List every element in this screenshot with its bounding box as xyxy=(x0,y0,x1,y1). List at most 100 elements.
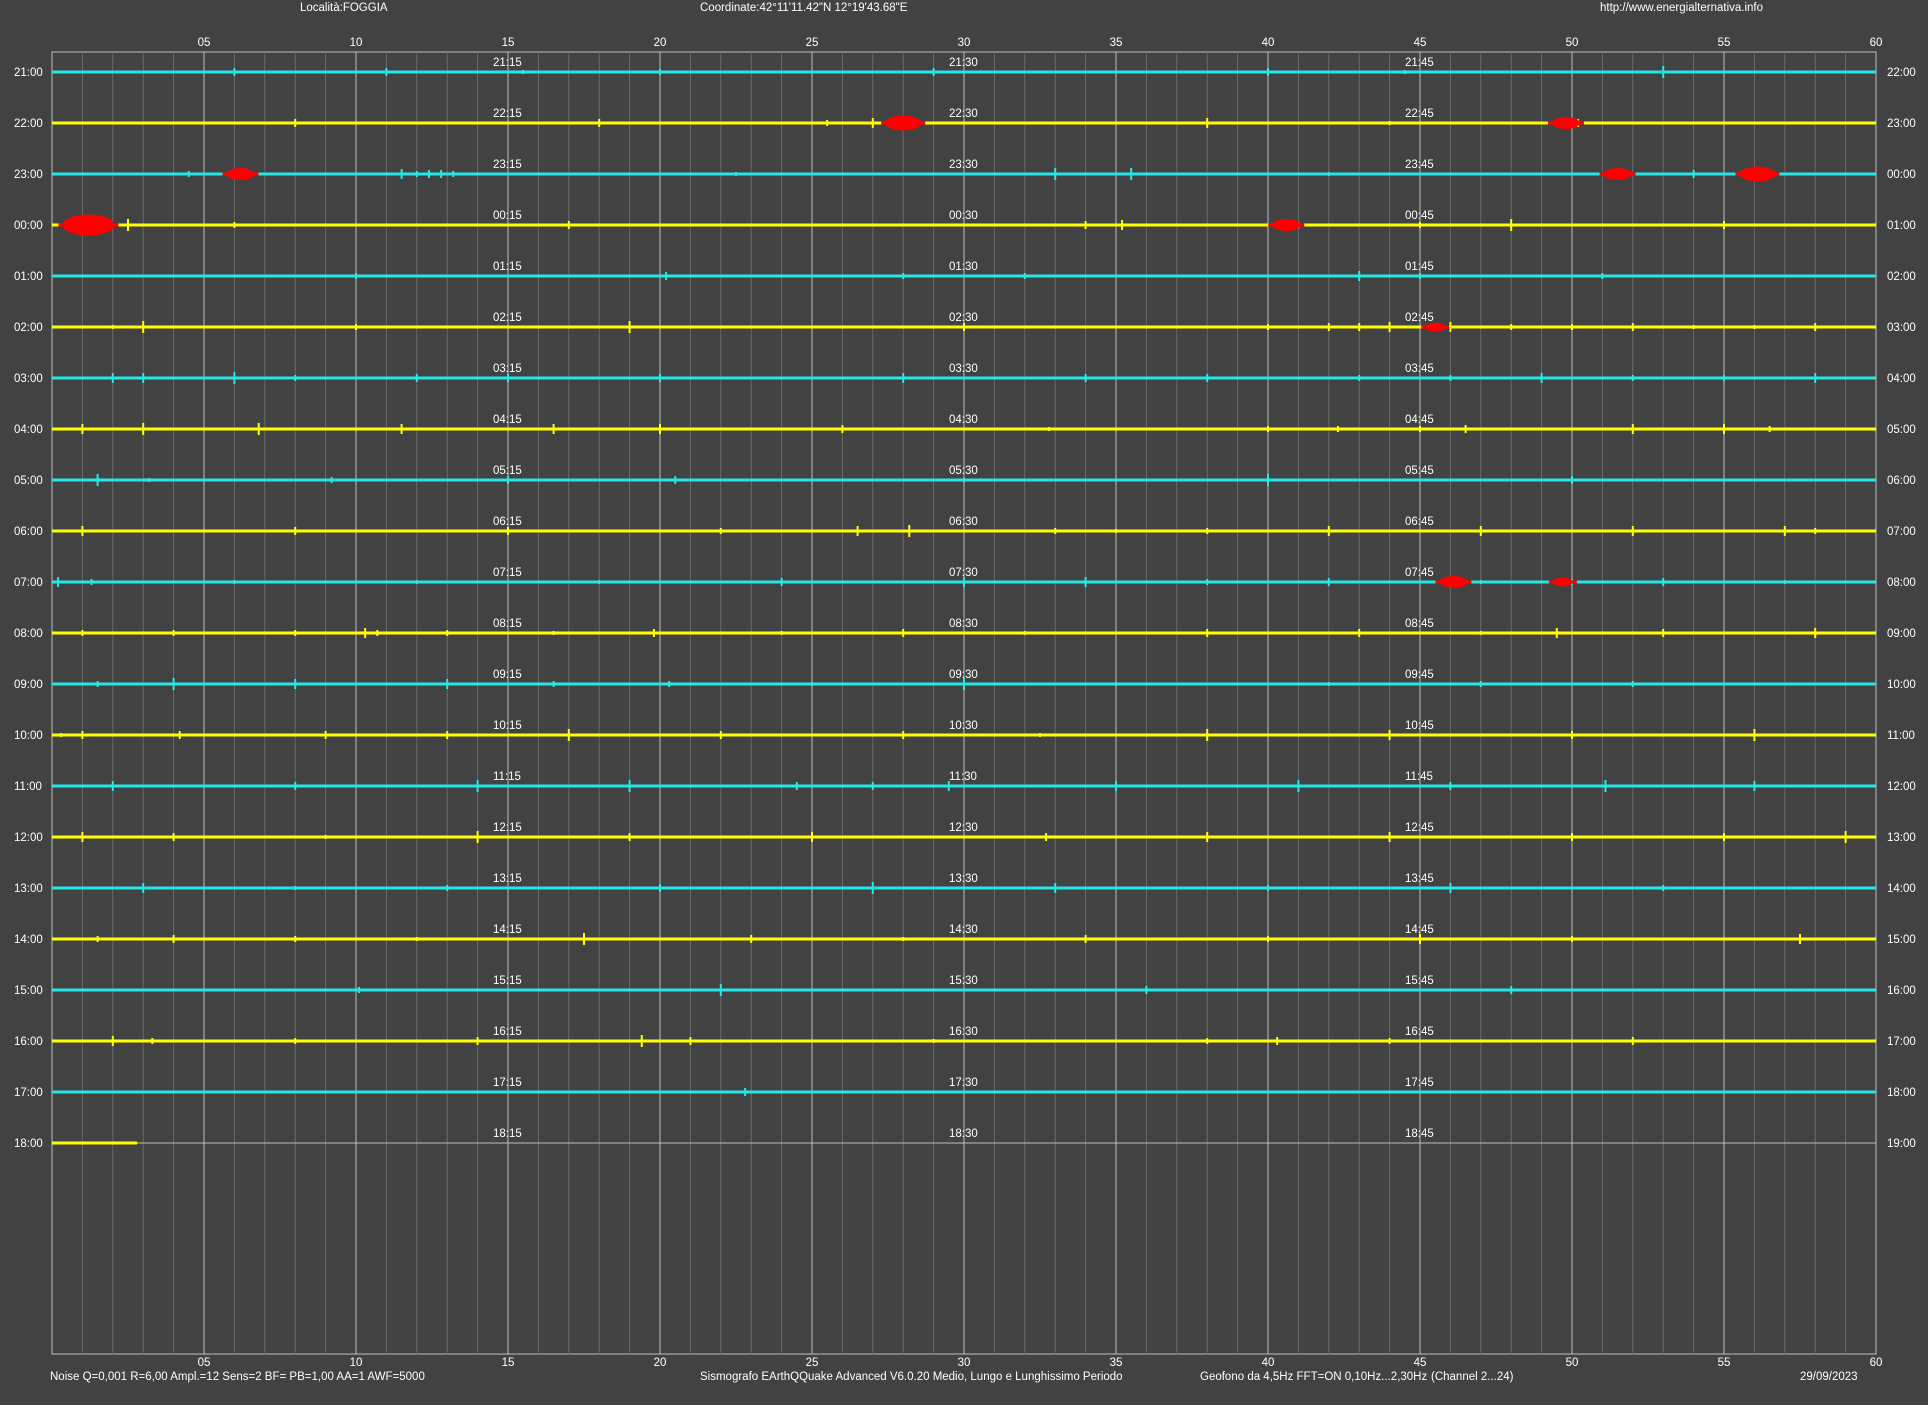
quarter-mark-label: 21:30 xyxy=(949,57,978,69)
quarter-mark-label: 15:45 xyxy=(1405,975,1434,987)
row-left-label: 17:00 xyxy=(14,1087,43,1099)
quarter-mark-label: 21:45 xyxy=(1405,57,1434,69)
quarter-mark-label: 02:15 xyxy=(493,312,522,324)
quarter-mark-label: 13:15 xyxy=(493,873,522,885)
row-right-label: 11:00 xyxy=(1887,730,1915,742)
row-right-label: 04:00 xyxy=(1887,373,1916,385)
seismogram-chart: 05 05 10 10 15 15 20 20 25 25 30 30 35 35 40 40 45 45 50 50… xyxy=(0,0,1928,1400)
quarter-mark-label: 14:30 xyxy=(949,924,978,936)
footer-channel: (Channel 2...24) xyxy=(1431,1371,1514,1383)
x-tick-label-bottom: 55 xyxy=(1718,1357,1731,1369)
quarter-mark-label: 22:15 xyxy=(493,108,522,120)
row-left-label: 04:00 xyxy=(14,424,43,436)
row-right-label: 10:00 xyxy=(1887,679,1916,691)
quarter-mark-label: 15:15 xyxy=(493,975,522,987)
footer-sensor: Geofono da 4,5Hz FFT=ON 0,10Hz...2,30Hz xyxy=(1200,1371,1427,1383)
row-right-label: 14:00 xyxy=(1887,883,1916,895)
row-left-label: 03:00 xyxy=(14,373,43,385)
quarter-mark-label: 02:45 xyxy=(1405,312,1434,324)
quarter-mark-label: 16:45 xyxy=(1405,1026,1434,1038)
row-right-label: 08:00 xyxy=(1887,577,1916,589)
x-tick-label-bottom: 45 xyxy=(1414,1357,1427,1369)
quarter-mark-label: 10:15 xyxy=(493,720,522,732)
labels: 05 05 10 10 15 15 20 20 25 25 30 30 35 35 40 40 45 45 50 50… xyxy=(14,37,1916,1369)
quarter-mark-label: 08:30 xyxy=(949,618,978,630)
quarter-mark-label: 10:30 xyxy=(949,720,978,732)
quarter-mark-label: 01:30 xyxy=(949,261,978,273)
row-left-label: 02:00 xyxy=(14,322,43,334)
row-left-label: 23:00 xyxy=(14,169,43,181)
quarter-mark-label: 13:45 xyxy=(1405,873,1434,885)
quarter-mark-label: 11:15 xyxy=(493,771,521,783)
x-tick-label-top: 10 xyxy=(350,37,363,49)
quarter-mark-label: 15:30 xyxy=(949,975,978,987)
row-left-label: 12:00 xyxy=(14,832,43,844)
x-tick-label-bottom: 05 xyxy=(198,1357,211,1369)
website-link[interactable]: http://www.energialternativa.info xyxy=(1600,2,1763,14)
quarter-mark-label: 09:15 xyxy=(493,669,522,681)
row-right-label: 19:00 xyxy=(1887,1138,1916,1150)
x-tick-label-top: 25 xyxy=(806,37,819,49)
x-tick-label-top: 45 xyxy=(1414,37,1427,49)
row-left-label: 13:00 xyxy=(14,883,43,895)
footer-date: 29/09/2023 xyxy=(1800,1371,1858,1383)
quarter-mark-label: 16:30 xyxy=(949,1026,978,1038)
x-tick-label-bottom: 50 xyxy=(1566,1357,1579,1369)
quarter-mark-label: 00:45 xyxy=(1405,210,1434,222)
quarter-mark-label: 23:45 xyxy=(1405,159,1434,171)
row-right-label: 16:00 xyxy=(1887,985,1916,997)
quarter-mark-label: 17:45 xyxy=(1405,1077,1434,1089)
row-left-label: 00:00 xyxy=(14,220,43,232)
x-tick-label-bottom: 25 xyxy=(806,1357,819,1369)
row-right-label: 23:00 xyxy=(1887,118,1916,130)
quarter-mark-label: 17:15 xyxy=(493,1077,522,1089)
quarter-mark-label: 05:30 xyxy=(949,465,978,477)
quarter-mark-label: 23:15 xyxy=(493,159,522,171)
row-right-label: 22:00 xyxy=(1887,67,1916,79)
footer-software: Sismografo EArthQQuake Advanced V6.0.20 … xyxy=(700,1371,1123,1383)
quarter-mark-label: 06:15 xyxy=(493,516,522,528)
row-left-label: 10:00 xyxy=(14,730,43,742)
quarter-mark-label: 17:30 xyxy=(949,1077,978,1089)
quarter-mark-label: 09:30 xyxy=(949,669,978,681)
quarter-mark-label: 12:15 xyxy=(493,822,522,834)
row-left-label: 11:00 xyxy=(14,781,42,793)
quarter-mark-label: 05:45 xyxy=(1405,465,1434,477)
row-left-label: 15:00 xyxy=(14,985,43,997)
x-tick-label-bottom: 35 xyxy=(1110,1357,1123,1369)
row-right-label: 15:00 xyxy=(1887,934,1916,946)
row-left-label: 22:00 xyxy=(14,118,43,130)
x-tick-label-bottom: 30 xyxy=(958,1357,971,1369)
coordinates-label: Coordinate:42°11'11.42"N 12°19'43.68"E xyxy=(700,2,908,14)
x-tick-label-bottom: 40 xyxy=(1262,1357,1275,1369)
seismogram-svg: 05 05 10 10 15 15 20 20 25 25 30 30 35 35 40 40 45 45 50 50… xyxy=(14,2,1916,1383)
quarter-mark-label: 21:15 xyxy=(493,57,522,69)
row-left-label: 01:00 xyxy=(14,271,43,283)
row-right-label: 00:00 xyxy=(1887,169,1916,181)
quarter-mark-label: 06:45 xyxy=(1405,516,1434,528)
quarter-mark-label: 07:30 xyxy=(949,567,978,579)
row-left-label: 16:00 xyxy=(14,1036,43,1048)
x-tick-label-bottom: 15 xyxy=(502,1357,515,1369)
row-right-label: 09:00 xyxy=(1887,628,1916,640)
row-right-label: 03:00 xyxy=(1887,322,1916,334)
quarter-mark-label: 18:45 xyxy=(1405,1128,1434,1140)
quarter-mark-label: 23:30 xyxy=(949,159,978,171)
row-right-label: 18:00 xyxy=(1887,1087,1916,1099)
quarter-mark-label: 08:15 xyxy=(493,618,522,630)
row-left-label: 06:00 xyxy=(14,526,43,538)
quarter-mark-label: 07:15 xyxy=(493,567,522,579)
quarter-mark-label: 08:45 xyxy=(1405,618,1434,630)
x-tick-label-top: 50 xyxy=(1566,37,1579,49)
quarter-mark-label: 11:45 xyxy=(1405,771,1433,783)
quarter-mark-label: 13:30 xyxy=(949,873,978,885)
quarter-mark-label: 03:45 xyxy=(1405,363,1434,375)
quarter-mark-label: 16:15 xyxy=(493,1026,522,1038)
x-tick-label-bottom: 10 xyxy=(350,1357,363,1369)
quarter-mark-label: 00:30 xyxy=(949,210,978,222)
row-right-label: 12:00 xyxy=(1887,781,1916,793)
row-right-label: 02:00 xyxy=(1887,271,1916,283)
x-tick-label-top: 40 xyxy=(1262,37,1275,49)
x-tick-label-top: 20 xyxy=(654,37,667,49)
row-right-label: 06:00 xyxy=(1887,475,1916,487)
